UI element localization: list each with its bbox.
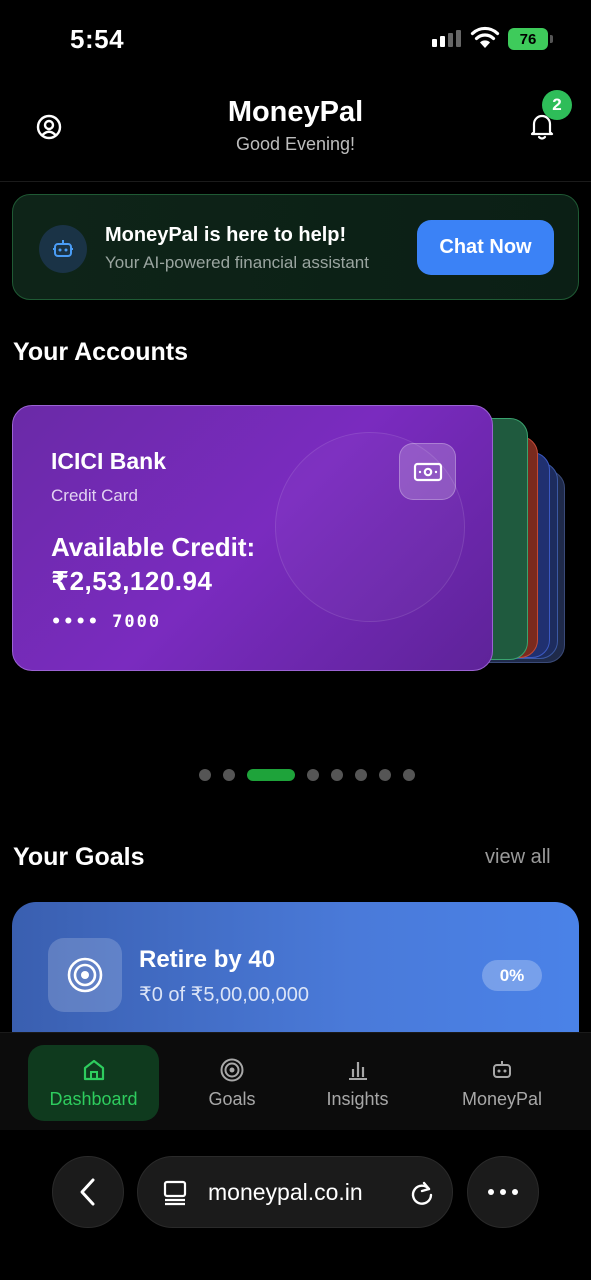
greeting-text: Good Evening!	[235, 134, 356, 154]
browser-menu-button[interactable]	[467, 1156, 539, 1228]
pager-dot-active[interactable]	[247, 769, 295, 781]
wifi-icon	[470, 26, 500, 55]
goal-percent-badge: 0%	[482, 960, 542, 991]
chevron-left-icon	[80, 1178, 95, 1206]
bottom-navigation: Dashboard Goals Insights MoneyPal	[0, 1032, 591, 1130]
site-info-icon	[163, 1180, 187, 1206]
home-icon	[83, 1059, 104, 1080]
browser-address-bar[interactable]: moneypal.co.in	[137, 1156, 453, 1228]
nav-dashboard[interactable]: Dashboard	[28, 1045, 159, 1121]
target-icon	[220, 1058, 244, 1081]
pager-dot[interactable]	[355, 769, 367, 781]
chat-now-button[interactable]: Chat Now	[417, 220, 554, 275]
bank-name: ICICI Bank	[51, 448, 167, 474]
carousel-pager[interactable]	[199, 769, 415, 781]
bar-chart-icon	[348, 1061, 367, 1080]
balance-value: ₹2,53,120.94	[51, 566, 213, 596]
pager-dot[interactable]	[331, 769, 343, 781]
browser-url: moneypal.co.in	[208, 1179, 363, 1205]
assistant-banner: MoneyPal is here to help! Your AI-powere…	[12, 194, 579, 300]
pager-dot[interactable]	[403, 769, 415, 781]
pager-dot[interactable]	[223, 769, 235, 781]
app-title: MoneyPal	[227, 96, 364, 128]
notification-count-badge: 2	[542, 90, 572, 120]
accounts-section-title: Your Accounts	[13, 338, 189, 366]
app-header: MoneyPal Good Evening! 2	[0, 80, 591, 182]
nav-moneypal[interactable]: MoneyPal	[452, 1045, 552, 1121]
more-dots-icon	[488, 1189, 518, 1195]
target-icon	[48, 938, 122, 1012]
reload-icon[interactable]	[408, 1179, 436, 1207]
battery-icon: 76	[508, 28, 553, 50]
balance-label: Available Credit:	[51, 532, 256, 562]
pager-dot[interactable]	[379, 769, 391, 781]
assistant-subtitle: Your AI-powered financial assistant	[105, 253, 369, 272]
nav-insights-label: Insights	[326, 1088, 389, 1109]
goal-progress-text: ₹0 of ₹5,00,00,000	[139, 984, 310, 1006]
account-card[interactable]: ICICI Bank Credit Card Available Credit:…	[12, 405, 493, 671]
robot-icon	[493, 1060, 511, 1078]
browser-toolbar: moneypal.co.in	[0, 1130, 591, 1280]
nav-goals[interactable]: Goals	[188, 1045, 276, 1121]
pager-dot[interactable]	[307, 769, 319, 781]
assistant-title: MoneyPal is here to help!	[105, 224, 347, 246]
goal-title: Retire by 40	[139, 946, 276, 973]
status-time: 5:54	[70, 24, 125, 54]
robot-icon	[39, 225, 87, 273]
pager-dot[interactable]	[199, 769, 211, 781]
account-type: Credit Card	[51, 486, 138, 505]
nav-moneypal-label: MoneyPal	[461, 1088, 543, 1109]
view-all-goals-link[interactable]: view all	[485, 846, 551, 869]
account-action-button[interactable]	[399, 443, 456, 500]
nav-insights[interactable]: Insights	[310, 1045, 405, 1121]
cellular-signal-icon	[432, 30, 461, 47]
status-bar: 5:54 76	[0, 0, 591, 80]
nav-dashboard-label: Dashboard	[49, 1088, 138, 1109]
cash-icon	[413, 462, 442, 481]
browser-back-button[interactable]	[52, 1156, 124, 1228]
battery-level: 76	[519, 30, 537, 48]
masked-card-number: •••• 7000	[51, 612, 162, 632]
goals-section-title: Your Goals	[13, 843, 145, 871]
nav-goals-label: Goals	[208, 1088, 256, 1109]
